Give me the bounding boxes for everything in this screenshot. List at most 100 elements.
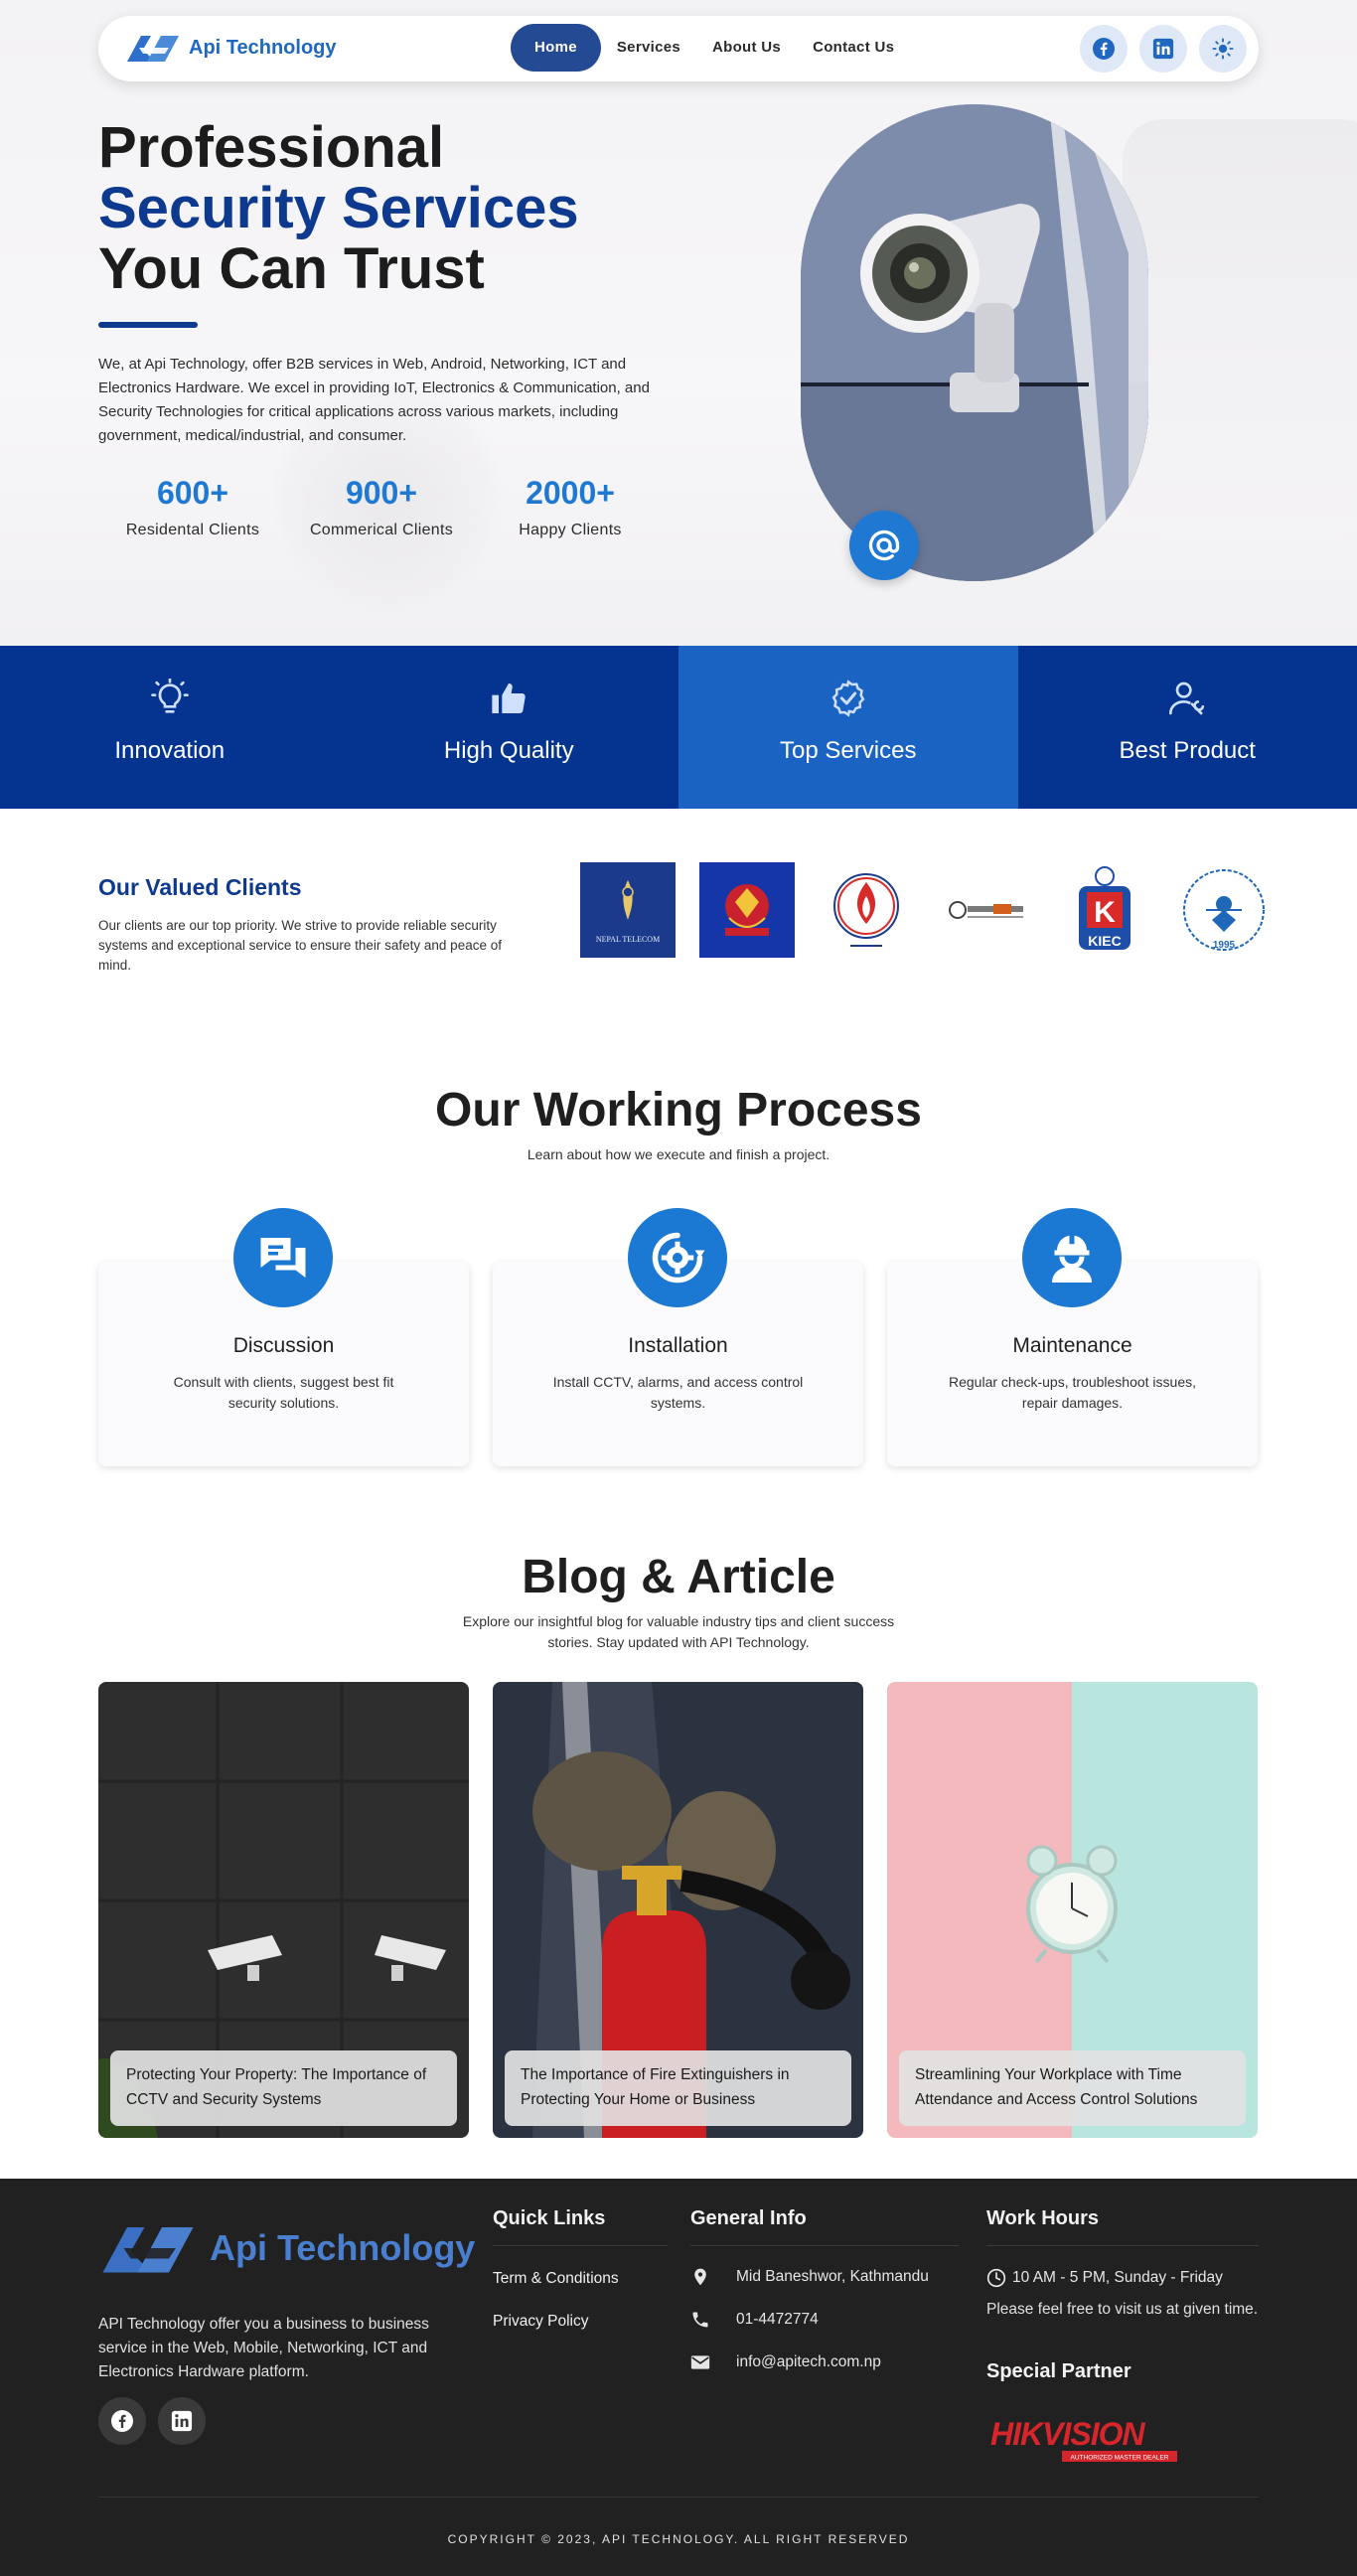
stat-commercial: 900+ Commerical Clients: [287, 472, 476, 539]
client-logo-fire-service: [819, 862, 914, 958]
client-logo-fwld: 1995: [1176, 862, 1272, 958]
facebook-icon: [1093, 38, 1115, 60]
feature-label: Top Services: [780, 737, 917, 764]
worker-icon: [1052, 1234, 1092, 1283]
nav-link-about-us[interactable]: About Us: [696, 24, 797, 72]
process-subtitle: Learn about how we execute and finish a …: [527, 1146, 830, 1162]
blog-card-cctv[interactable]: Protecting Your Property: The Importance…: [98, 1682, 469, 2138]
feature-label: High Quality: [443, 737, 574, 764]
hero-title-line-1: Professional: [98, 115, 445, 180]
footer-divider: [493, 2245, 668, 2246]
footer-phone-text[interactable]: 01-4472774: [736, 2311, 819, 2329]
hero-stats: 600+ Residental Clients 900+ Commerical …: [98, 472, 665, 539]
svg-text:K: K: [1094, 896, 1116, 929]
site-footer: Api Technology API Technology offer you …: [0, 2179, 1357, 2576]
client-logo-nepal-telecom: NEPAL TELECOM: [580, 862, 676, 958]
blog-card-caption: Streamlining Your Workplace with Time At…: [899, 2050, 1246, 2126]
footer-visit-note: Please feel free to visit us at given ti…: [986, 2301, 1259, 2318]
process-cards: Discussion Consult with clients, suggest…: [98, 1208, 1258, 1466]
blog-subtitle: Explore our insightful blog for valuable…: [462, 1613, 895, 1650]
brand-logo-icon: [125, 32, 181, 64]
stat-value: 600+: [156, 475, 229, 511]
footer-email: info@apitech.com.np: [690, 2353, 881, 2371]
nav-links: Home Services About Us Contact Us: [511, 24, 910, 72]
nav-link-home[interactable]: Home: [511, 24, 601, 72]
process-icon-wrap: [233, 1208, 333, 1307]
feature-innovation[interactable]: Innovation: [0, 646, 340, 809]
nav-icon-group: [1080, 25, 1247, 73]
lightbulb-icon: [150, 679, 189, 713]
process-card-title: Installation: [628, 1334, 728, 1357]
footer-social: [98, 2397, 206, 2445]
stat-happy: 2000+ Happy Clients: [476, 472, 665, 539]
stat-label: Happy Clients: [519, 522, 622, 538]
client-logo-kiec: K KIEC: [1057, 862, 1152, 958]
blog-card-time-attendance[interactable]: Streamlining Your Workplace with Time At…: [887, 1682, 1258, 2138]
nav-link-services[interactable]: Services: [601, 24, 696, 72]
kiec-wordmark: KIEC: [1088, 933, 1121, 949]
footer-brand-logo[interactable]: Api Technology: [98, 2220, 475, 2276]
process-card-maintenance: Maintenance Regular check-ups, troublesh…: [887, 1208, 1258, 1466]
blog-cards: Protecting Your Property: The Importance…: [98, 1682, 1258, 2138]
process-icon-wrap: [1022, 1208, 1122, 1307]
footer-quick-links-title: Quick Links: [493, 2207, 606, 2229]
brand-name: Api Technology: [189, 36, 337, 59]
user-wrench-icon: [1169, 682, 1205, 715]
blog-card-fire-extinguisher[interactable]: The Importance of Fire Extinguishers in …: [493, 1682, 863, 2138]
footer-brand-logo-icon: [102, 2227, 194, 2273]
footer-work-hours-title: Work Hours: [986, 2207, 1099, 2229]
clients-title: Our Valued Clients: [98, 874, 302, 900]
footer-address-text: Mid Baneshwor, Kathmandu: [736, 2268, 929, 2285]
hero-title-line-3: You Can Trust: [98, 236, 485, 301]
footer-linkedin-button[interactable]: [158, 2397, 206, 2445]
feature-top-services[interactable]: Top Services: [678, 646, 1018, 809]
process-title: Our Working Process: [435, 1084, 922, 1136]
client-logo-nepal-police: [699, 862, 795, 958]
mail-icon: [690, 2355, 710, 2369]
footer-copyright: COPYRIGHT © 2023, API TECHNOLOGY. ALL RI…: [447, 2532, 910, 2546]
nav-link-contact-us[interactable]: Contact Us: [797, 24, 910, 72]
chat-icon: [260, 1238, 306, 1278]
gear-refresh-icon: [652, 1232, 705, 1284]
hero-title-line-2: Security Services: [98, 176, 579, 240]
stat-label: Residental Clients: [125, 522, 260, 538]
hero-title: Professional Security Services You Can T…: [98, 117, 579, 299]
feature-high-quality[interactable]: High Quality: [340, 646, 679, 809]
contact-email-button[interactable]: [849, 511, 919, 580]
facebook-icon: [111, 2410, 133, 2432]
stat-value: 900+: [345, 475, 418, 511]
footer-hours: 10 AM - 5 PM, Sunday - Friday: [986, 2268, 1223, 2288]
facebook-button[interactable]: [1080, 25, 1128, 73]
verified-badge-icon: [831, 680, 865, 717]
brand-logo[interactable]: Api Technology: [125, 32, 337, 64]
feature-best-product[interactable]: Best Product: [1018, 646, 1357, 809]
process-card-title: Discussion: [232, 1334, 335, 1357]
footer-link-terms[interactable]: Term & Conditions: [493, 2270, 619, 2288]
footer-copyright-divider: [98, 2497, 1259, 2498]
process-card-description: Install CCTV, alarms, and access control…: [552, 1374, 804, 1411]
hero-background-shape: [1123, 119, 1357, 536]
footer-description: API Technology offer you a business to b…: [98, 2316, 429, 2380]
hero-cctv-image: [801, 104, 1148, 581]
process-card-description: Regular check-ups, troubleshoot issues, …: [948, 1374, 1197, 1411]
phone-icon: [692, 2312, 708, 2328]
map-pin-icon: [694, 2268, 706, 2286]
blog-title: Blog & Article: [522, 1551, 835, 1603]
footer-facebook-button[interactable]: [98, 2397, 146, 2445]
footer-phone: 01-4472774: [690, 2310, 819, 2330]
stat-value: 2000+: [526, 475, 615, 511]
footer-brand-name: Api Technology: [210, 2227, 476, 2268]
hikvision-wordmark: HIKVISION: [990, 2416, 1145, 2452]
nepal-telecom-wordmark: NEPAL TELECOM: [596, 935, 660, 944]
footer-link-privacy[interactable]: Privacy Policy: [493, 2313, 588, 2331]
process-card-installation: Installation Install CCTV, alarms, and a…: [493, 1208, 863, 1466]
theme-toggle-button[interactable]: [1199, 25, 1247, 73]
footer-partner-title: Special Partner: [986, 2360, 1131, 2382]
linkedin-button[interactable]: [1139, 25, 1187, 73]
linkedin-icon: [1152, 38, 1174, 60]
footer-email-text[interactable]: info@apitech.com.np: [736, 2353, 881, 2371]
blog-card-caption: Protecting Your Property: The Importance…: [110, 2050, 457, 2126]
hikvision-tagline: AUTHORIZED MASTER DEALER: [1071, 2455, 1169, 2462]
client-logos: NEPAL TELECOM K KIEC 1995: [580, 862, 1272, 958]
feature-label: Best Product: [1119, 737, 1256, 764]
